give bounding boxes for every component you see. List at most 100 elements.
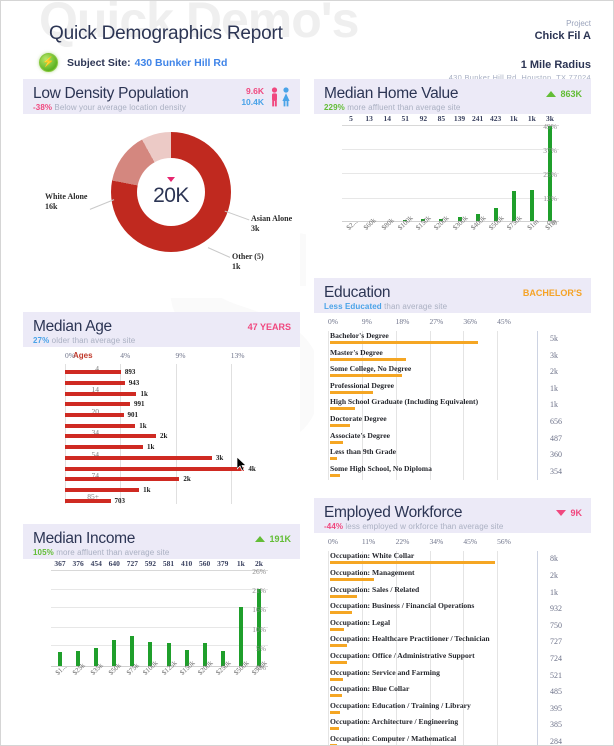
bar[interactable]: [330, 561, 495, 565]
bar[interactable]: [330, 627, 345, 631]
bar[interactable]: [330, 694, 343, 698]
bar-row[interactable]: 3k: [65, 453, 286, 464]
bar[interactable]: [330, 660, 347, 664]
bar-row[interactable]: High School Graduate (Including Equivale…: [328, 397, 531, 414]
bar-cell[interactable]: [159, 571, 177, 667]
bar-row[interactable]: Occupation: Computer / Mathematical: [328, 734, 531, 745]
bar-row[interactable]: 1k: [65, 442, 286, 453]
bar[interactable]: [65, 423, 136, 428]
bar-row[interactable]: Occupation: Legal: [328, 618, 531, 635]
bar-count-label: 454: [90, 559, 102, 568]
bar-value-label: 901: [127, 411, 139, 420]
bar[interactable]: [65, 391, 137, 396]
bar[interactable]: [65, 487, 140, 492]
bar-count-label: 376: [72, 559, 84, 568]
segment-label-asian: Asian Alone 3k: [251, 214, 293, 233]
bar-row[interactable]: 4k: [65, 463, 286, 474]
bar-row[interactable]: Occupation: Service and Farming: [328, 668, 531, 685]
bar-cell[interactable]: [196, 571, 214, 667]
bar-category-label: Doctorate Degree: [330, 413, 387, 423]
bar-row[interactable]: Occupation: Office / Administrative Supp…: [328, 651, 531, 668]
bar[interactable]: [330, 440, 343, 444]
bar[interactable]: [65, 413, 124, 418]
home-value-subtext: more affluent than average site: [347, 103, 461, 112]
bar[interactable]: [330, 594, 357, 598]
bar-cell[interactable]: [141, 571, 159, 667]
bar-cell[interactable]: [450, 126, 468, 222]
bar-count-label: 367: [54, 559, 66, 568]
bar[interactable]: [330, 611, 353, 615]
panel-title-workforce: Employed Workforce: [324, 504, 463, 522]
bar-row[interactable]: 2k: [65, 474, 286, 485]
bar-row[interactable]: Occupation: Education / Training / Libra…: [328, 701, 531, 718]
bar-row[interactable]: Occupation: Architecture / Engineering: [328, 717, 531, 734]
bar-cell[interactable]: [123, 571, 141, 667]
bar[interactable]: [330, 457, 337, 461]
bar-cell[interactable]: [414, 126, 432, 222]
bar-row[interactable]: 893: [65, 367, 286, 378]
bar[interactable]: [65, 455, 212, 460]
bar-row[interactable]: 703: [65, 495, 286, 506]
bar[interactable]: [330, 423, 351, 427]
bar-row[interactable]: 901: [65, 410, 286, 421]
bar-value-label: 5k: [550, 334, 558, 343]
bar-category-label: Occupation: Service and Farming: [330, 667, 440, 677]
bar-row[interactable]: Some College, No Degree: [328, 364, 531, 381]
workforce-values: 8k2k1k9327507277245214853953852842011k: [537, 551, 585, 745]
bar[interactable]: [330, 374, 403, 378]
bar-row[interactable]: 2k: [65, 431, 286, 442]
bar-row[interactable]: Occupation: Healthcare Practitioner / Te…: [328, 634, 531, 651]
bar-row[interactable]: Occupation: Management: [328, 568, 531, 585]
bar-cell[interactable]: [105, 571, 123, 667]
bar-row[interactable]: Occupation: Blue Collar: [328, 684, 531, 701]
bar-row[interactable]: 943: [65, 378, 286, 389]
bar-cell[interactable]: [432, 126, 450, 222]
bar-row[interactable]: Bachelor's Degree: [328, 331, 531, 348]
bar[interactable]: [330, 577, 375, 581]
subject-site-link[interactable]: 430 Bunker Hill Rd: [135, 57, 228, 69]
bar[interactable]: [65, 445, 143, 450]
bar-row[interactable]: Less than 9th Grade: [328, 447, 531, 464]
bar-cell[interactable]: [69, 571, 87, 667]
bar-cell[interactable]: [396, 126, 414, 222]
bar-row[interactable]: Associate's Degree: [328, 431, 531, 448]
bar[interactable]: [330, 357, 407, 361]
bar[interactable]: [330, 727, 340, 731]
bar-row[interactable]: Occupation: Business / Financial Operati…: [328, 601, 531, 618]
bar-row[interactable]: Occupation: White Collar: [328, 551, 531, 568]
bar-cell[interactable]: [342, 126, 360, 222]
bar-cell[interactable]: [487, 126, 505, 222]
bar[interactable]: [330, 473, 340, 477]
bar[interactable]: [330, 710, 340, 714]
bar-row[interactable]: 1k: [65, 485, 286, 496]
bar[interactable]: [65, 434, 156, 439]
bar[interactable]: [330, 677, 344, 681]
bar-row[interactable]: Professional Degree: [328, 381, 531, 398]
bar[interactable]: [65, 498, 111, 503]
bar-cell[interactable]: [87, 571, 105, 667]
bar[interactable]: [65, 466, 245, 471]
bar-cell[interactable]: [378, 126, 396, 222]
bar-cell[interactable]: [214, 571, 232, 667]
bar[interactable]: [330, 407, 356, 411]
bar[interactable]: [65, 370, 121, 375]
bar[interactable]: [65, 402, 130, 407]
bar-row[interactable]: Master's Degree: [328, 348, 531, 365]
bar-row[interactable]: 1k: [65, 420, 286, 431]
bar-cell[interactable]: [360, 126, 378, 222]
bar-row[interactable]: Some High School, No Diploma: [328, 464, 531, 481]
bar[interactable]: [330, 341, 479, 344]
bar-row[interactable]: Occupation: Sales / Related: [328, 585, 531, 602]
bar-row[interactable]: 991: [65, 399, 286, 410]
bar-row[interactable]: Doctorate Degree: [328, 414, 531, 431]
bar-row[interactable]: 1k: [65, 388, 286, 399]
bar[interactable]: [330, 390, 373, 394]
bar-cell[interactable]: [469, 126, 487, 222]
bar-cell[interactable]: [505, 126, 523, 222]
bar[interactable]: [65, 381, 125, 386]
bar-cell[interactable]: [51, 571, 69, 667]
bar[interactable]: [330, 644, 348, 648]
bar-cell[interactable]: [178, 571, 196, 667]
bar-value-label: 2k: [160, 432, 168, 441]
bar[interactable]: [65, 477, 180, 482]
